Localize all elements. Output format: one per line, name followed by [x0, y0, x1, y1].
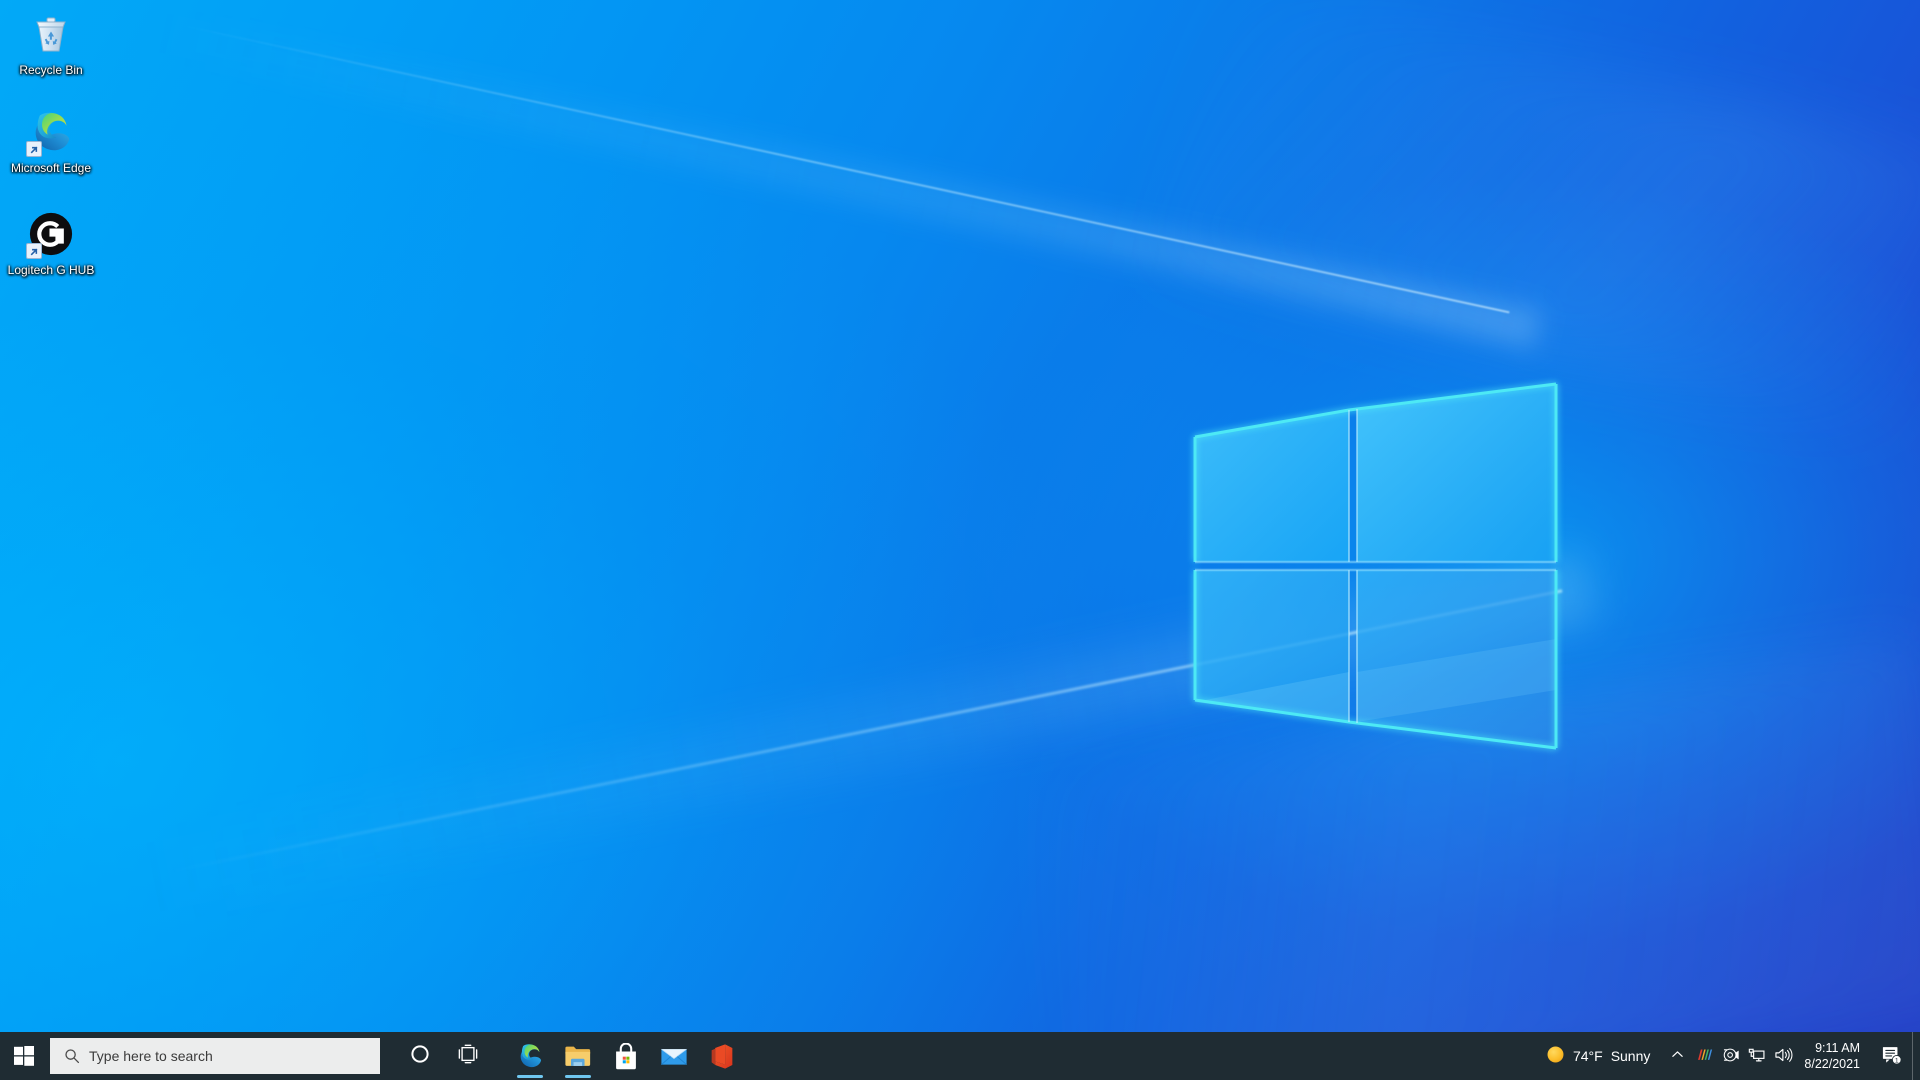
microsoft-edge-icon [26, 108, 75, 157]
windows-logo-icon [14, 1046, 34, 1066]
wallpaper-light-ray-bottom-glow [133, 553, 1598, 915]
wallpaper-glow-upper-right [1154, 0, 1920, 448]
wallpaper-light-ray-bottom [169, 589, 1563, 873]
taskbar-item-file-explorer[interactable] [554, 1032, 602, 1080]
desktop-icon-label: Logitech G HUB [7, 263, 95, 277]
microsoft-edge-icon [520, 1044, 542, 1068]
task-view-icon [457, 1044, 479, 1069]
wallpaper-light-ray-top [179, 24, 1510, 314]
microsoft-office-icon [711, 1043, 733, 1069]
network-monitor-icon [1748, 1047, 1766, 1066]
taskbar[interactable]: Type here to search 74°F Sunny 9:11 AM 8… [0, 1032, 1920, 1080]
sun-icon [1546, 1045, 1565, 1067]
webcam-icon [1722, 1047, 1740, 1066]
task-view-button[interactable] [444, 1032, 492, 1080]
action-center-icon: 1 [1881, 1045, 1903, 1068]
running-indicator [517, 1075, 543, 1078]
show-hidden-icons-button[interactable] [1662, 1032, 1692, 1080]
logitech-stripes-icon [1696, 1047, 1714, 1066]
tray-item-logitech-g-hub[interactable] [1692, 1032, 1718, 1080]
logitech-g-hub-icon [26, 210, 75, 259]
recycle-bin-icon [27, 10, 75, 58]
desktop-icon-microsoft-edge[interactable]: Microsoft Edge [6, 108, 96, 175]
file-explorer-icon [565, 1046, 591, 1066]
wallpaper-windows-logo [1150, 350, 1620, 770]
search-input[interactable]: Type here to search [50, 1038, 380, 1074]
tray-item-volume[interactable] [1770, 1032, 1796, 1080]
clock-date: 8/22/2021 [1804, 1057, 1860, 1071]
system-tray: 74°F Sunny 9:11 AM 8/22/2021 1 [1534, 1032, 1920, 1080]
microsoft-store-icon [616, 1042, 636, 1069]
shortcut-arrow-icon [26, 243, 42, 259]
taskbar-item-microsoft-edge[interactable] [506, 1032, 554, 1080]
show-desktop-button[interactable] [1912, 1032, 1920, 1080]
taskbar-item-microsoft-office[interactable] [698, 1032, 746, 1080]
weather-widget[interactable]: 74°F Sunny [1534, 1032, 1662, 1080]
chevron-up-icon [1671, 1048, 1684, 1064]
taskbar-item-microsoft-store[interactable] [602, 1032, 650, 1080]
clock-time: 9:11 AM [1815, 1041, 1860, 1055]
clock[interactable]: 9:11 AM 8/22/2021 [1796, 1032, 1872, 1080]
wallpaper-light-ray-top-glow [145, 10, 1543, 350]
action-center-button[interactable]: 1 [1872, 1032, 1912, 1080]
desktop[interactable]: Recycle Bin Microsoft Edge Logitech G HU… [0, 0, 1920, 1080]
speaker-icon [1774, 1047, 1793, 1066]
mail-icon [661, 1048, 687, 1065]
wallpaper-glow-lower-right [1025, 631, 1920, 1080]
taskbar-pinned-apps [506, 1032, 746, 1080]
taskbar-item-mail[interactable] [650, 1032, 698, 1080]
cortana-button[interactable] [396, 1032, 444, 1080]
start-button[interactable] [0, 1032, 48, 1080]
desktop-icon-recycle-bin[interactable]: Recycle Bin [6, 10, 96, 77]
weather-temperature: 74°F [1572, 1048, 1603, 1064]
desktop-icon-label: Microsoft Edge [10, 161, 92, 175]
search-icon [61, 1048, 83, 1064]
desktop-icon-label: Recycle Bin [19, 63, 83, 77]
weather-condition: Sunny [1610, 1048, 1651, 1064]
notification-badge-count: 1 [1895, 1057, 1899, 1064]
cortana-circle-icon [410, 1044, 430, 1069]
desktop-icon-logitech-g-hub[interactable]: Logitech G HUB [6, 210, 96, 277]
tray-item-network[interactable] [1744, 1032, 1770, 1080]
shortcut-arrow-icon [26, 141, 42, 157]
search-placeholder: Type here to search [89, 1048, 213, 1064]
running-indicator [565, 1075, 591, 1078]
tray-item-camera[interactable] [1718, 1032, 1744, 1080]
